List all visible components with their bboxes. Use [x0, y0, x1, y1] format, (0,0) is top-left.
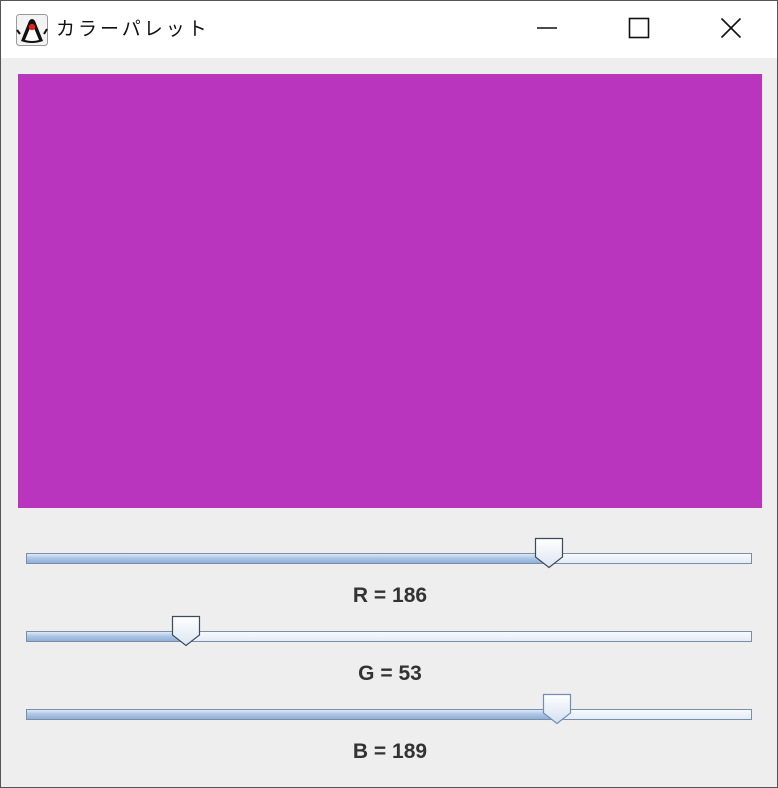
red-slider-thumb[interactable]	[534, 537, 564, 569]
minimize-button[interactable]	[501, 1, 593, 58]
green-slider-thumb[interactable]	[171, 615, 201, 647]
blue-slider[interactable]	[26, 693, 752, 731]
red-slider-track[interactable]	[26, 553, 752, 564]
color-preview-panel	[18, 74, 762, 508]
title-bar[interactable]: カラーパレット	[1, 1, 777, 58]
green-slider-fill	[27, 632, 187, 641]
green-value-label: G = 53	[358, 662, 422, 685]
window-title: カラーパレット	[56, 18, 210, 40]
close-button[interactable]	[685, 1, 777, 58]
green-slider-track[interactable]	[26, 631, 752, 642]
maximize-button[interactable]	[593, 1, 685, 58]
blue-slider-track[interactable]	[26, 709, 752, 720]
blue-slider-thumb[interactable]	[542, 693, 572, 725]
blue-value-label: B = 189	[352, 740, 428, 763]
red-value-label: R = 186	[352, 584, 428, 607]
red-slider-fill	[27, 554, 550, 563]
blue-slider-fill	[27, 710, 558, 719]
green-slider[interactable]	[26, 615, 752, 653]
close-icon	[720, 17, 742, 43]
java-duke-icon	[16, 14, 48, 46]
red-slider[interactable]	[26, 537, 752, 575]
color-palette-window: カラーパレット R = 186 G = 53 B = 189	[0, 0, 778, 788]
minimize-icon	[536, 17, 558, 43]
maximize-icon	[628, 17, 650, 43]
